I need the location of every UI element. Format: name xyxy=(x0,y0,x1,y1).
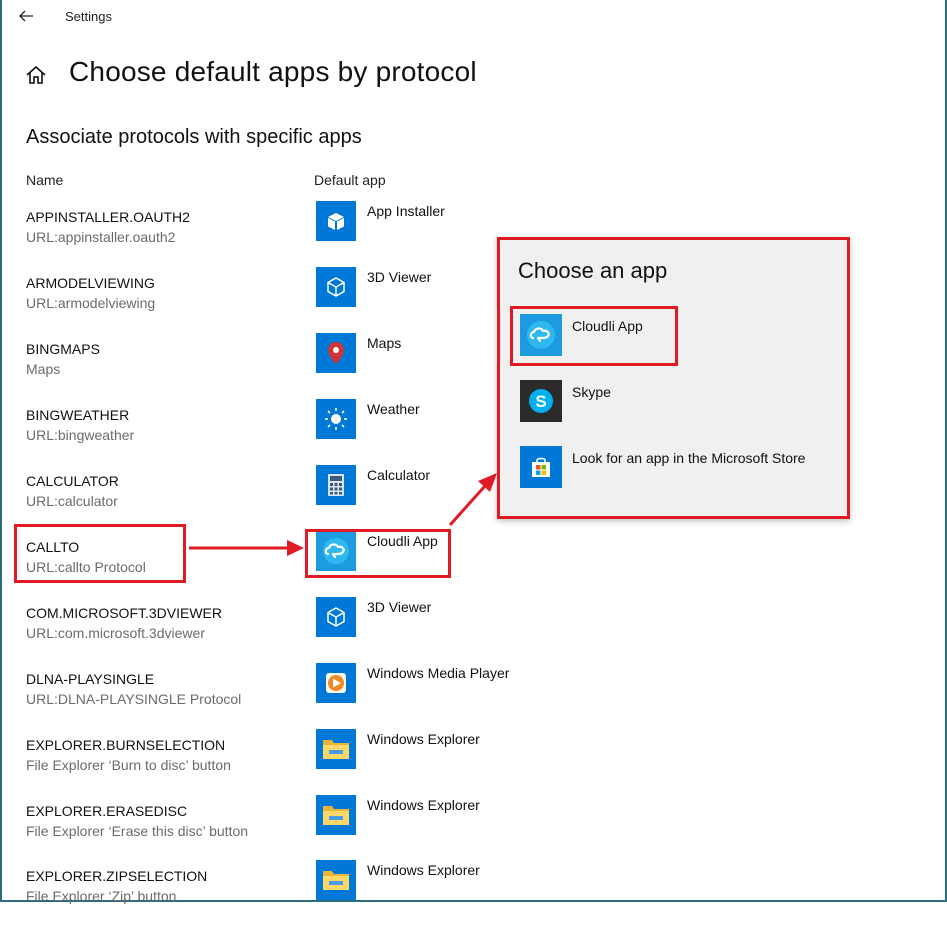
cloudli-icon xyxy=(520,314,562,356)
choose-app-flyout: Choose an app Cloudli App S Skype Look f… xyxy=(497,237,850,519)
calculator-icon xyxy=(316,465,356,505)
protocol-description: URL:com.microsoft.3dviewer xyxy=(26,625,205,641)
protocol-name: EXPLORER.ZIPSELECTION xyxy=(26,868,208,884)
protocol-description: URL:armodelviewing xyxy=(26,295,156,311)
protocol-name: EXPLORER.ERASEDISC xyxy=(26,803,188,819)
default-app-label: Windows Explorer xyxy=(367,797,480,813)
protocol-row: DLNA-PLAYSINGLE URL:DLNA-PLAYSINGLE Prot… xyxy=(0,663,947,737)
flyout-item-skype[interactable]: S Skype xyxy=(520,380,840,424)
protocol-description: File Explorer ‘Burn to disc’ button xyxy=(26,757,231,773)
flyout-title: Choose an app xyxy=(518,258,668,283)
media-player-icon xyxy=(316,663,356,703)
default-app-button[interactable]: 3D Viewer xyxy=(316,267,516,309)
default-app-label: 3D Viewer xyxy=(367,269,432,285)
default-app-button[interactable]: Weather xyxy=(316,399,516,441)
protocol-name: ARMODELVIEWING xyxy=(26,275,155,291)
protocol-name: BINGWEATHER xyxy=(26,407,130,423)
folder-icon xyxy=(316,795,356,835)
protocol-description: URL:appinstaller.oauth2 xyxy=(26,229,176,245)
sun-icon xyxy=(316,399,356,439)
map-pin-icon xyxy=(316,333,356,373)
back-button[interactable] xyxy=(14,4,40,28)
default-app-button[interactable]: Windows Explorer xyxy=(316,729,516,771)
protocol-description: File Explorer ‘Erase this disc’ button xyxy=(26,823,249,839)
folder-icon xyxy=(316,860,356,900)
flyout-item-label: Cloudli App xyxy=(572,318,643,334)
default-app-button[interactable]: Windows Explorer xyxy=(316,860,516,902)
default-app-label: 3D Viewer xyxy=(367,599,432,615)
protocol-name: BINGMAPS xyxy=(26,341,100,357)
protocol-name: APPINSTALLER.OAUTH2 xyxy=(26,209,190,225)
default-app-button[interactable]: Calculator xyxy=(316,465,516,507)
back-arrow-icon xyxy=(19,10,33,22)
default-app-label: App Installer xyxy=(367,203,445,219)
title-bar: Settings xyxy=(0,0,947,34)
protocol-row-callto: CALLTO URL:callto Protocol Cloudli App xyxy=(0,531,947,605)
protocol-description: URL:callto Protocol xyxy=(26,559,146,575)
svg-text:S: S xyxy=(535,392,546,411)
flyout-item-label: Look for an app in the Microsoft Store xyxy=(572,450,806,466)
skype-icon: S xyxy=(520,380,562,422)
default-app-label: Windows Explorer xyxy=(367,731,480,747)
protocol-name: CALLTO xyxy=(26,539,80,555)
default-app-label: Windows Explorer xyxy=(367,862,480,878)
protocol-row: COM.MICROSOFT.3DVIEWER URL:com.microsoft… xyxy=(0,597,947,671)
protocol-description: Maps xyxy=(26,361,61,377)
cube-icon xyxy=(316,267,356,307)
protocol-name: COM.MICROSOFT.3DVIEWER xyxy=(26,605,223,621)
default-app-label: Calculator xyxy=(367,467,431,483)
default-app-label: Windows Media Player xyxy=(367,665,510,681)
default-app-label: Maps xyxy=(367,335,402,351)
section-title: Associate protocols with specific apps xyxy=(26,126,362,148)
protocol-row: EXPLORER.BURNSELECTION File Explorer ‘Bu… xyxy=(0,729,947,803)
default-app-button[interactable]: 3D Viewer xyxy=(316,597,516,639)
cloudli-icon xyxy=(316,531,356,571)
page-title: Choose default apps by protocol xyxy=(69,56,477,87)
column-header-name: Name xyxy=(26,172,64,188)
flyout-item-cloudli[interactable]: Cloudli App xyxy=(520,314,840,358)
protocol-row: EXPLORER.ZIPSELECTION File Explorer ‘Zip… xyxy=(0,860,947,934)
protocol-description: URL:DLNA-PLAYSINGLE Protocol xyxy=(26,691,242,707)
package-icon xyxy=(316,201,356,241)
protocol-description: URL:bingweather xyxy=(26,427,135,443)
flyout-item-store[interactable]: Look for an app in the Microsoft Store xyxy=(520,446,840,490)
protocol-description: URL:calculator xyxy=(26,493,118,509)
protocol-name: CALCULATOR xyxy=(26,473,119,489)
default-app-button[interactable]: Windows Explorer xyxy=(316,795,516,837)
folder-icon xyxy=(316,729,356,769)
protocol-name: DLNA-PLAYSINGLE xyxy=(26,671,155,687)
default-app-label: Cloudli App xyxy=(367,533,438,549)
flyout-item-label: Skype xyxy=(572,384,611,400)
default-app-label: Weather xyxy=(367,401,420,417)
default-app-button[interactable]: Maps xyxy=(316,333,516,375)
default-app-button[interactable]: App Installer xyxy=(316,201,516,243)
home-icon[interactable] xyxy=(25,64,47,86)
default-app-button[interactable]: Windows Media Player xyxy=(316,663,516,705)
column-header-default-app: Default app xyxy=(314,172,386,188)
default-app-button-cloudli[interactable]: Cloudli App xyxy=(316,531,516,573)
protocol-name: EXPLORER.BURNSELECTION xyxy=(26,737,226,753)
window-title: Settings xyxy=(65,9,112,24)
cube-icon xyxy=(316,597,356,637)
store-icon xyxy=(520,446,562,488)
